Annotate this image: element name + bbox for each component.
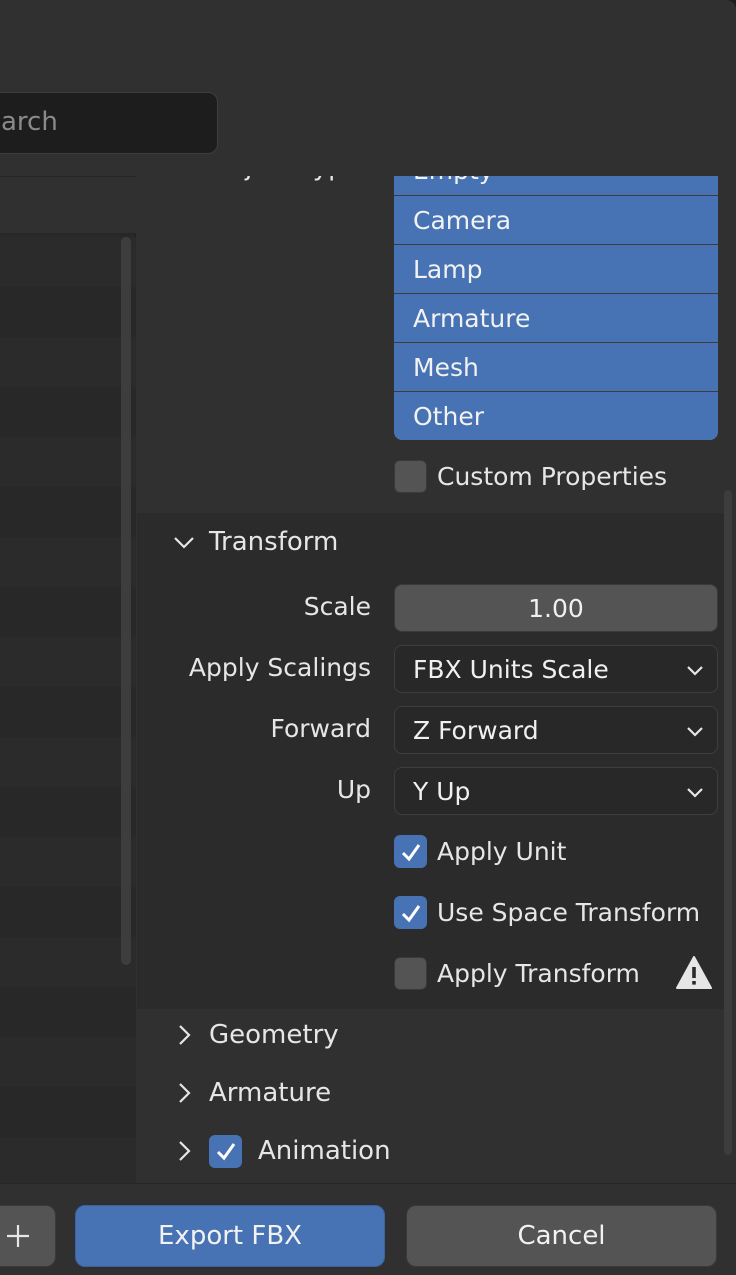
apply-transform-row[interactable]: Apply Transform bbox=[394, 957, 640, 990]
file-list-row[interactable] bbox=[0, 687, 136, 737]
file-list-row[interactable] bbox=[0, 937, 136, 987]
animation-checkbox[interactable] bbox=[209, 1134, 242, 1168]
chevron-right-icon bbox=[169, 1139, 199, 1163]
apply-unit-checkbox[interactable] bbox=[394, 835, 427, 868]
chevron-down-icon bbox=[687, 727, 703, 737]
search-text: arch bbox=[1, 107, 58, 137]
checkmark-icon bbox=[216, 1143, 235, 1161]
checkmark-icon bbox=[401, 843, 420, 861]
file-list-row[interactable] bbox=[0, 737, 136, 787]
file-list-row[interactable] bbox=[0, 787, 136, 837]
checkmark-icon bbox=[401, 904, 420, 922]
file-list-row[interactable] bbox=[0, 637, 136, 687]
object-types-list: Empty Camera Lamp Armature Mesh Other bbox=[394, 146, 718, 440]
file-list-row[interactable] bbox=[0, 987, 136, 1037]
custom-properties-checkbox[interactable] bbox=[394, 460, 427, 493]
object-type-camera[interactable]: Camera bbox=[394, 196, 718, 244]
scale-label: Scale bbox=[303, 592, 371, 621]
file-list-row[interactable] bbox=[0, 487, 136, 537]
object-type-armature[interactable]: Armature bbox=[394, 294, 718, 342]
apply-scalings-label: Apply Scalings bbox=[188, 653, 371, 682]
up-label: Up bbox=[336, 775, 371, 804]
armature-title: Armature bbox=[209, 1078, 332, 1108]
cancel-button[interactable]: Cancel bbox=[406, 1205, 717, 1267]
up-dropdown[interactable]: Y Up bbox=[394, 767, 718, 815]
chevron-down-icon bbox=[687, 666, 703, 676]
apply-scalings-dropdown[interactable]: FBX Units Scale bbox=[394, 645, 718, 693]
animation-title: Animation bbox=[258, 1136, 391, 1166]
custom-properties-label: Custom Properties bbox=[437, 462, 668, 491]
use-space-transform-checkbox[interactable] bbox=[394, 896, 427, 929]
file-list-row[interactable] bbox=[0, 287, 136, 337]
geometry-section-header[interactable]: Geometry bbox=[137, 1006, 725, 1064]
divider bbox=[0, 176, 137, 177]
increment-filename-button[interactable] bbox=[0, 1205, 56, 1267]
use-space-transform-label: Use Space Transform bbox=[437, 898, 701, 927]
object-type-mesh[interactable]: Mesh bbox=[394, 343, 718, 391]
scale-field[interactable]: 1.00 bbox=[394, 584, 718, 632]
transform-section-header[interactable]: Transform bbox=[137, 513, 725, 571]
chevron-right-icon bbox=[169, 1081, 199, 1105]
forward-value: Z Forward bbox=[413, 715, 539, 745]
apply-unit-label: Apply Unit bbox=[437, 837, 567, 866]
chevron-down-icon bbox=[687, 788, 703, 798]
file-list-row[interactable] bbox=[0, 1087, 136, 1137]
export-fbx-button[interactable]: Export FBX bbox=[75, 1205, 385, 1267]
apply-unit-row[interactable]: Apply Unit bbox=[394, 835, 566, 868]
file-list-scrollbar[interactable] bbox=[121, 237, 131, 965]
file-list-row[interactable] bbox=[0, 387, 136, 437]
use-space-transform-row[interactable]: Use Space Transform bbox=[394, 896, 700, 929]
custom-properties-row[interactable]: Custom Properties bbox=[394, 460, 667, 493]
animation-section-header[interactable]: Animation bbox=[137, 1122, 725, 1180]
file-list-row[interactable] bbox=[0, 1037, 136, 1087]
file-browser-window: arch bbox=[0, 0, 736, 1275]
file-list-row[interactable] bbox=[0, 437, 136, 487]
plus-icon bbox=[7, 1225, 29, 1247]
geometry-title: Geometry bbox=[209, 1020, 339, 1050]
object-type-lamp[interactable]: Lamp bbox=[394, 245, 718, 293]
file-list-row[interactable] bbox=[0, 837, 136, 887]
search-input[interactable]: arch bbox=[0, 92, 218, 154]
file-list-header[interactable] bbox=[0, 176, 136, 234]
file-list-row[interactable] bbox=[0, 887, 136, 937]
chevron-right-icon bbox=[169, 1023, 199, 1047]
file-list-row[interactable] bbox=[0, 237, 136, 287]
up-value: Y Up bbox=[413, 776, 471, 806]
warning-icon bbox=[676, 956, 712, 989]
chevron-down-icon bbox=[169, 530, 199, 554]
panel-clip-mask bbox=[137, 0, 736, 176]
transform-title: Transform bbox=[209, 527, 339, 557]
file-list-row[interactable] bbox=[0, 1137, 136, 1187]
file-list-row[interactable] bbox=[0, 587, 136, 637]
apply-transform-label: Apply Transform bbox=[437, 959, 640, 988]
object-type-other[interactable]: Other bbox=[394, 392, 718, 440]
forward-dropdown[interactable]: Z Forward bbox=[394, 706, 718, 754]
apply-transform-checkbox[interactable] bbox=[394, 957, 427, 990]
file-list-row[interactable] bbox=[0, 337, 136, 387]
file-list-row[interactable] bbox=[0, 537, 136, 587]
apply-scalings-value: FBX Units Scale bbox=[413, 654, 609, 684]
settings-scrollbar[interactable] bbox=[724, 490, 732, 1155]
armature-section-header[interactable]: Armature bbox=[137, 1064, 725, 1122]
forward-label: Forward bbox=[270, 714, 371, 743]
